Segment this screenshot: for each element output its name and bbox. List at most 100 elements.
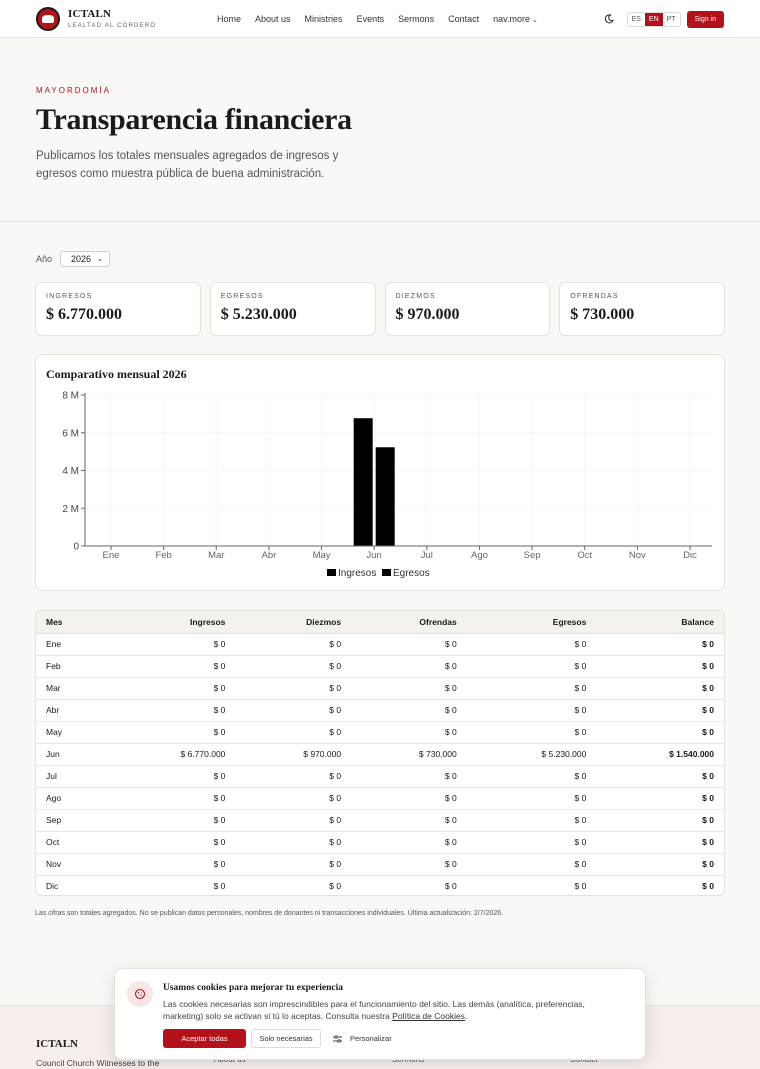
table-header-row: Mes Ingresos Diezmos Ofrendas Egresos Ba… xyxy=(36,611,724,634)
cookie-icon xyxy=(127,981,153,1007)
cell-egresos: $ 0 xyxy=(466,831,597,854)
nav-about[interactable]: About us xyxy=(255,14,291,24)
cell-balance: $ 0 xyxy=(596,765,724,788)
cell-ofrendas: $ 0 xyxy=(351,853,467,876)
nav-more[interactable]: nav.more ⌄ xyxy=(493,14,538,24)
customize-button[interactable]: Personalizar xyxy=(333,1034,392,1043)
table-row: Ene $ 0 $ 0 $ 0 $ 0 $ 0 xyxy=(36,633,724,656)
y-tick-label: 4 M xyxy=(62,466,79,477)
hero-section: MAYORDOMÍA Transparencia financiera Publ… xyxy=(0,38,760,222)
brand-tagline: LEALTAD AL CORDERO xyxy=(68,22,157,29)
col-mes: Mes xyxy=(36,611,106,634)
customize-label: Personalizar xyxy=(350,1034,392,1043)
table-row: May $ 0 $ 0 $ 0 $ 0 $ 0 xyxy=(36,721,724,744)
stat-label: EGRESOS xyxy=(220,293,264,300)
brand-name: ICTALN xyxy=(68,7,112,20)
cell-balance: $ 1.540.000 xyxy=(596,743,724,766)
cookie-title: Usamos cookies para mejorar tu experienc… xyxy=(163,983,344,993)
monthly-chart: 0 2 M 4 M 6 M 8 M Ene Feb Mar Abr May Jun Jul Ago Sep… xyxy=(62,391,712,579)
cell-mes: Sep xyxy=(36,809,106,832)
lang-pt[interactable]: PT xyxy=(662,12,680,26)
cell-diezmos: $ 0 xyxy=(235,699,352,722)
page-description: Publicamos los totales mensuales agregad… xyxy=(36,150,339,180)
lang-es[interactable]: ES xyxy=(627,12,645,26)
table-body: Ene $ 0 $ 0 $ 0 $ 0 $ 0 Feb $ 0 $ 0 $ 0 $ 0 $ 0 Mar $… xyxy=(36,633,724,895)
col-ingresos: Ingresos xyxy=(105,611,236,634)
stat-card-egresos: EGRESOS $ 5.230.000 xyxy=(209,282,376,336)
table: Mes Ingresos Diezmos Ofrendas Egresos Ba… xyxy=(36,611,724,895)
accept-all-button[interactable]: Aceptar todas xyxy=(163,1029,246,1048)
nav-ministries[interactable]: Ministries xyxy=(305,14,343,24)
year-label: Año xyxy=(36,254,53,264)
dark-mode-icon[interactable] xyxy=(603,13,615,25)
cell-balance: $ 0 xyxy=(596,633,724,656)
cell-ingresos: $ 0 xyxy=(105,655,236,678)
stat-label: INGRESOS xyxy=(46,293,93,300)
y-tick-label: 0 xyxy=(73,542,79,553)
cell-ofrendas: $ 0 xyxy=(351,809,467,832)
cell-diezmos: $ 0 xyxy=(235,787,352,810)
cell-diezmos: $ 0 xyxy=(235,633,352,656)
cell-mes: Jul xyxy=(36,765,106,788)
cookie-text-end: . xyxy=(464,1011,468,1021)
cell-ofrendas: $ 0 xyxy=(351,633,467,656)
lang-en[interactable]: EN xyxy=(644,12,663,26)
cookie-actions: Aceptar todas Solo necesarias Personaliz… xyxy=(163,1029,392,1048)
cell-balance: $ 0 xyxy=(596,655,724,678)
footnote: Las cifras son totales agregados. No se … xyxy=(35,910,504,917)
cell-ofrendas: $ 0 xyxy=(351,677,467,700)
cell-egresos: $ 0 xyxy=(466,809,597,832)
nav-more-label: nav.more xyxy=(493,14,530,24)
cell-ofrendas: $ 0 xyxy=(351,831,467,854)
necessary-only-button[interactable]: Solo necesarias xyxy=(251,1029,321,1048)
year-select[interactable]: 2026 ⌄ xyxy=(60,251,110,267)
x-tick-label: Feb xyxy=(155,550,171,561)
x-tick-label: Abr xyxy=(262,550,277,561)
cell-balance: $ 0 xyxy=(596,721,724,744)
brand[interactable]: ICTALN LEALTAD AL CORDERO xyxy=(68,7,157,29)
x-tick-label: Ago xyxy=(471,550,488,561)
x-tick-label: Ene xyxy=(103,550,120,561)
stat-value: $ 730.000 xyxy=(570,306,635,323)
cell-egresos: $ 0 xyxy=(466,677,597,700)
logo-icon[interactable] xyxy=(36,6,60,31)
y-tick-label: 8 M xyxy=(62,391,79,402)
signin-button[interactable]: Sign in xyxy=(686,10,724,28)
cell-ingresos: $ 0 xyxy=(105,633,236,656)
page-title: Transparencia financiera xyxy=(36,103,352,136)
nav-contact[interactable]: Contact xyxy=(448,14,479,24)
bar-egresos-jun xyxy=(375,447,395,546)
cell-ingresos: $ 0 xyxy=(105,677,236,700)
cookie-banner: Usamos cookies para mejorar tu experienc… xyxy=(114,968,646,1060)
cell-ingresos: $ 0 xyxy=(105,853,236,876)
chevron-down-icon: ⌄ xyxy=(97,256,103,263)
chart-card: Comparativo mensual 2026 02 M4 M6 M8 M En… xyxy=(35,354,725,591)
cell-ofrendas: $ 0 xyxy=(351,765,467,788)
col-balance: Balance xyxy=(596,611,724,634)
nav-sermons[interactable]: Sermons xyxy=(398,14,434,24)
cell-mes: Mar xyxy=(36,677,106,700)
cell-diezmos: $ 0 xyxy=(235,831,352,854)
x-tick-label: Dic xyxy=(683,550,697,561)
cell-balance: $ 0 xyxy=(596,699,724,722)
table-row: Abr $ 0 $ 0 $ 0 $ 0 $ 0 xyxy=(36,699,724,722)
cell-egresos: $ 0 xyxy=(466,633,597,656)
table-row: Dic $ 0 $ 0 $ 0 $ 0 $ 0 xyxy=(36,875,724,895)
main-nav: Home About us Ministries Events Sermons … xyxy=(217,0,552,38)
cell-ingresos: $ 0 xyxy=(105,699,236,722)
cell-ofrendas: $ 0 xyxy=(351,655,467,678)
cell-mes: Abr xyxy=(36,699,106,722)
nav-home[interactable]: Home xyxy=(217,14,241,24)
cookie-text: Las cookies necesarias son imprescindibl… xyxy=(163,998,623,1022)
cell-egresos: $ 0 xyxy=(466,699,597,722)
cell-diezmos: $ 0 xyxy=(235,655,352,678)
cell-egresos: $ 0 xyxy=(466,853,597,876)
language-switcher: ES EN PT xyxy=(626,11,681,27)
nav-events[interactable]: Events xyxy=(357,14,385,24)
cell-mes: May xyxy=(36,721,106,744)
cell-ingresos: $ 0 xyxy=(105,809,236,832)
cell-ingresos: $ 0 xyxy=(105,787,236,810)
cell-ofrendas: $ 0 xyxy=(351,699,467,722)
cell-ofrendas: $ 0 xyxy=(351,721,467,744)
cookie-policy-link[interactable]: Política de Cookies xyxy=(392,1011,465,1021)
